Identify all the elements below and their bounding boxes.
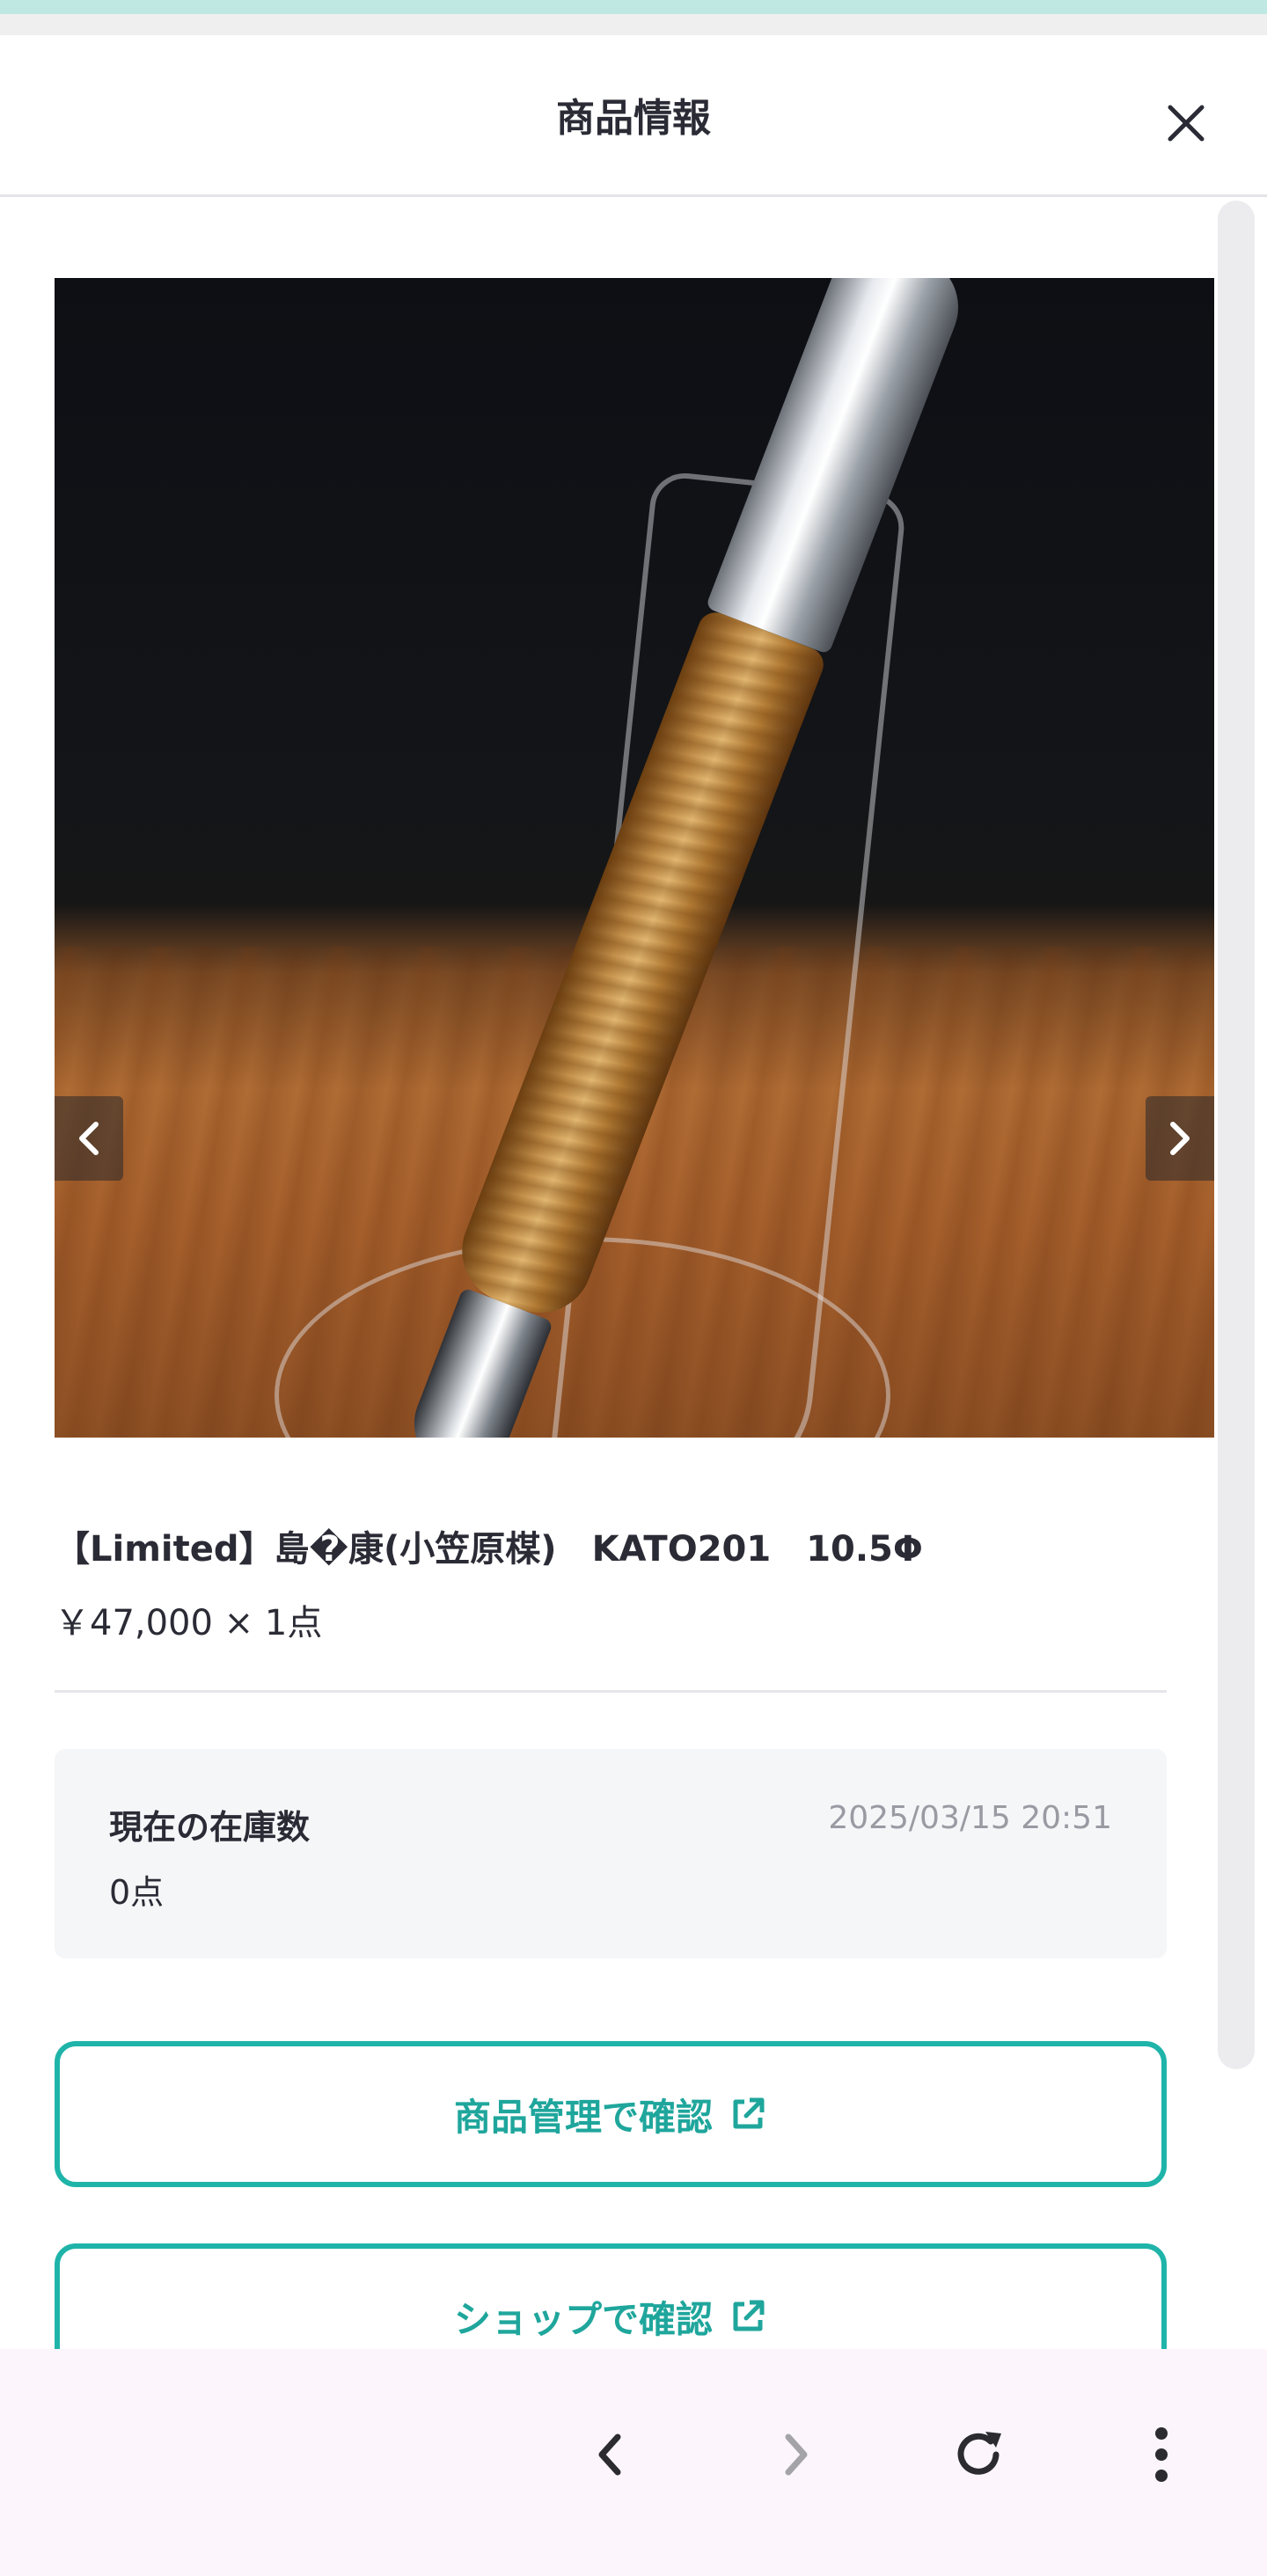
product-title: 【Limited】島�康(小笠原楳) KATO201 10.5Φ xyxy=(55,1529,923,1570)
modal-header: 商品情報 xyxy=(0,35,1267,197)
check-in-product-management-label: 商品管理で確認 xyxy=(453,2095,713,2139)
product-info-page: 商品情報 【Limited】島�康(小笠原楳) KATO201 10.5Φ ￥4… xyxy=(0,0,1267,2576)
check-in-shop-label: ショップで確認 xyxy=(453,2297,713,2341)
stock-value: 0点 xyxy=(109,1873,165,1912)
browser-menu-button[interactable] xyxy=(1117,2411,1205,2499)
check-in-product-management-button[interactable]: 商品管理で確認 xyxy=(55,2041,1167,2187)
page-title: 商品情報 xyxy=(556,96,711,141)
browser-reload-button[interactable] xyxy=(934,2411,1022,2499)
chevron-right-icon xyxy=(785,2433,808,2476)
external-link-icon xyxy=(733,2300,765,2331)
stock-info-box: 現在の在庫数 2025/03/15 20:51 0点 xyxy=(55,1749,1167,1958)
browser-forward-button[interactable] xyxy=(751,2411,839,2499)
status-strip xyxy=(0,14,1267,35)
product-price: ￥47,000 × 1点 xyxy=(55,1603,323,1643)
chevron-left-icon xyxy=(79,1122,99,1155)
browser-bottom-nav xyxy=(0,2349,1267,2576)
carousel-prev-button[interactable] xyxy=(55,1096,123,1181)
scrollbar[interactable] xyxy=(1218,201,1255,2069)
divider xyxy=(55,1690,1167,1693)
chevron-left-icon xyxy=(598,2433,621,2476)
chevron-right-icon xyxy=(1170,1122,1190,1155)
carousel-next-button[interactable] xyxy=(1146,1096,1214,1181)
top-accent-bar xyxy=(0,0,1267,14)
external-link-icon xyxy=(733,2097,765,2129)
pen-clip xyxy=(705,278,974,655)
stock-updated-timestamp: 2025/03/15 20:51 xyxy=(828,1800,1112,1836)
reload-icon xyxy=(957,2432,1001,2475)
stock-label: 現在の在庫数 xyxy=(109,1808,311,1847)
more-vertical-icon xyxy=(1155,2427,1168,2482)
product-image-carousel[interactable] xyxy=(55,278,1214,1438)
browser-back-button[interactable] xyxy=(567,2411,655,2499)
close-button[interactable] xyxy=(1153,90,1219,157)
close-icon xyxy=(1168,105,1205,142)
